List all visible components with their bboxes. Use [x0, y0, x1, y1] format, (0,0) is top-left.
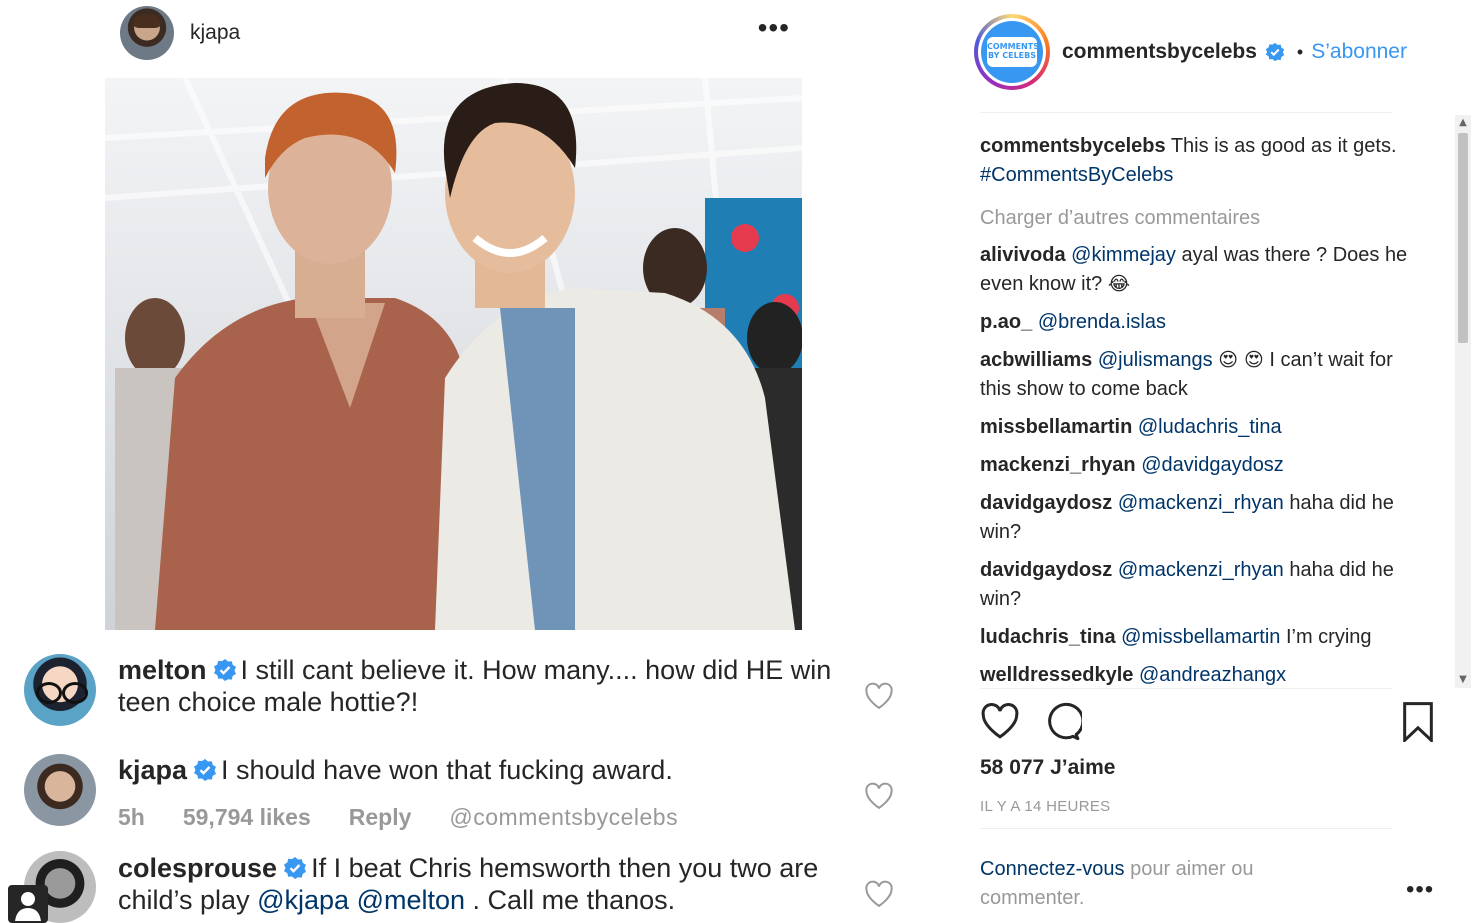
- post-header: kjapa •••: [120, 6, 790, 60]
- comment-mention[interactable]: @andreazhangx: [1139, 664, 1286, 686]
- login-link[interactable]: Connectez-vous: [980, 858, 1125, 880]
- comment-mention[interactable]: @ludachris_tina: [1138, 416, 1282, 438]
- post-timestamp: IL Y A 14 HEURES: [980, 798, 1111, 815]
- divider: [980, 112, 1392, 113]
- brand-logo-text: COMMENTS BY CELEBS: [987, 37, 1039, 67]
- post-screenshot: kjapa ••• melton I still cant believe it…: [0, 0, 930, 923]
- sidebar: COMMENTS BY CELEBS commentsbycelebs • S’…: [958, 0, 1473, 923]
- comments-scrollbar[interactable]: ▲ ▼: [1455, 115, 1471, 688]
- comment-username: kjapa: [118, 755, 188, 785]
- list-item: davidgaydosz @mackenzi_rhyan haha did he…: [980, 556, 1410, 614]
- list-item: p.ao_ @brenda.islas: [980, 308, 1410, 337]
- list-item: davidgaydosz @mackenzi_rhyan haha did he…: [980, 489, 1410, 547]
- caption-text: This is as good as it gets.: [1170, 135, 1397, 157]
- heart-icon[interactable]: [980, 702, 1020, 740]
- caption-username[interactable]: commentsbycelebs: [980, 135, 1166, 157]
- comment-text: I should have won that fucking award.: [221, 755, 673, 785]
- commenter-avatar: [24, 754, 96, 826]
- comment-mention[interactable]: @kimmejay: [1071, 244, 1176, 266]
- separator-dot: •: [1296, 41, 1304, 62]
- load-more-comments[interactable]: Charger d’autres commentaires: [980, 204, 1435, 233]
- heart-outline-icon: [865, 880, 893, 908]
- divider: [980, 688, 1392, 689]
- likes-count[interactable]: 58 077 J’aime: [980, 756, 1115, 780]
- brand-logo: COMMENTS BY CELEBS: [981, 21, 1043, 83]
- post-author-username: kjapa: [190, 21, 241, 44]
- post-photo-illustration: [105, 78, 802, 630]
- comment-mention[interactable]: @missbellamartin: [1121, 626, 1280, 648]
- comment-mention[interactable]: @brenda.islas: [1038, 311, 1166, 333]
- comment-username[interactable]: davidgaydosz: [980, 559, 1112, 581]
- caption-hashtag[interactable]: #CommentsByCelebs: [980, 164, 1173, 186]
- list-item: mackenzi_rhyan @davidgaydosz: [980, 451, 1410, 480]
- comment-username[interactable]: welldressedkyle: [980, 664, 1133, 686]
- comment-likes: 59,794 likes: [182, 804, 311, 830]
- comment-username[interactable]: missbellamartin: [980, 416, 1132, 438]
- comment-icon[interactable]: [1042, 702, 1082, 742]
- comment-text: I’m crying: [1285, 626, 1372, 648]
- divider: [980, 828, 1392, 829]
- laughing-emoji-icon: 😂: [1107, 273, 1131, 295]
- comment-kjapa: kjapa I should have won that fucking awar…: [0, 752, 930, 842]
- comment-text-block: colesprouse If I beat Chris hemsworth the…: [118, 852, 838, 916]
- verified-badge-icon: [1265, 42, 1285, 62]
- list-item: alivivoda @kimmejay ayal was there ? Doe…: [980, 241, 1410, 299]
- verified-badge-icon: [284, 857, 307, 879]
- comments-list: commentsbycelebs This is as good as it g…: [980, 128, 1435, 690]
- comment-username[interactable]: ludachris_tina: [980, 626, 1116, 648]
- list-item: welldressedkyle @andreazhangx: [980, 661, 1410, 690]
- comment-reply: Reply: [348, 804, 412, 830]
- post-photo: [105, 78, 802, 630]
- sidebar-header: COMMENTS BY CELEBS commentsbycelebs • S’…: [974, 12, 1414, 92]
- comment-username[interactable]: mackenzi_rhyan: [980, 454, 1136, 476]
- comment-melton: melton I still cant believe it. How many.…: [0, 652, 930, 742]
- post-author-avatar: [120, 6, 174, 60]
- heart-outline-icon: [865, 782, 893, 810]
- account-username[interactable]: commentsbycelebs: [1062, 40, 1257, 64]
- comment-mention[interactable]: @julismangs: [1098, 349, 1213, 371]
- more-dots-icon[interactable]: •••: [1406, 878, 1434, 902]
- comment-mention[interactable]: @mackenzi_rhyan: [1118, 492, 1284, 514]
- scroll-down-arrow-icon[interactable]: ▼: [1455, 672, 1471, 688]
- heart-eyes-emoji-icon: 😍 😍: [1218, 349, 1264, 371]
- account-avatar[interactable]: COMMENTS BY CELEBS: [974, 14, 1050, 90]
- more-dots-icon: •••: [757, 12, 790, 43]
- post-caption: commentsbycelebs This is as good as it g…: [980, 132, 1410, 190]
- heart-outline-icon: [865, 682, 893, 710]
- scrollbar-thumb[interactable]: [1458, 133, 1468, 343]
- scroll-up-arrow-icon[interactable]: ▲: [1455, 115, 1471, 131]
- comment-username[interactable]: acbwilliams: [980, 349, 1092, 371]
- watermark: @commentsbycelebs: [449, 804, 679, 830]
- list-item: missbellamartin @ludachris_tina: [980, 413, 1410, 442]
- list-item: ludachris_tina @missbellamartin I’m cryi…: [980, 623, 1410, 652]
- post-actions: [980, 700, 1440, 750]
- comment-username: colesprouse: [118, 853, 278, 883]
- login-prompt: Connectez-vous pour aimer ou commenter.: [980, 855, 1340, 913]
- verified-badge-icon: [213, 659, 236, 681]
- list-item: acbwilliams @julismangs 😍 😍 I can’t wait…: [980, 346, 1410, 404]
- comment-username[interactable]: p.ao_: [980, 311, 1032, 333]
- comment-mention[interactable]: @davidgaydosz: [1141, 454, 1284, 476]
- person-icon: [8, 885, 48, 923]
- comment-mention: @melton: [356, 885, 466, 915]
- comment-time: 5h: [118, 804, 145, 830]
- comment-mention[interactable]: @mackenzi_rhyan: [1118, 559, 1284, 581]
- verified-badge-icon: [194, 759, 217, 781]
- bookmark-icon[interactable]: [1400, 702, 1436, 742]
- comment-text: . Call me thanos.: [472, 885, 676, 915]
- commenter-avatar: [24, 654, 96, 726]
- comment-mention: @kjapa: [257, 885, 350, 915]
- comment-username: melton: [118, 655, 207, 685]
- comment-meta: 5h 59,794 likes Reply @commentsbycelebs: [118, 804, 678, 831]
- comment-text-block: melton I still cant believe it. How many.…: [118, 654, 838, 718]
- comment-username[interactable]: alivivoda: [980, 244, 1066, 266]
- comment-colesprouse: colesprouse If I beat Chris hemsworth the…: [0, 850, 930, 923]
- follow-button[interactable]: S’abonner: [1311, 40, 1407, 64]
- comment-text-block: kjapa I should have won that fucking awar…: [118, 754, 838, 786]
- comment-username[interactable]: davidgaydosz: [980, 492, 1112, 514]
